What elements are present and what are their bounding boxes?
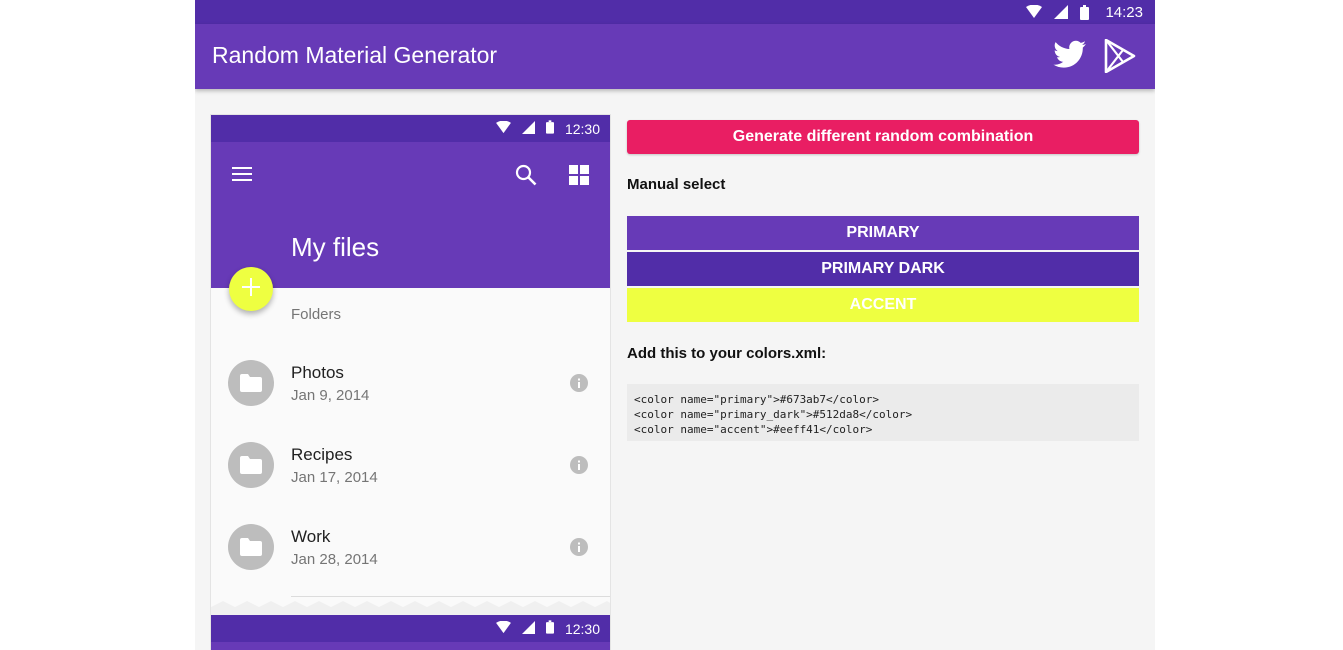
grid-view-icon[interactable] [569,165,589,190]
info-icon[interactable] [570,538,588,561]
google-play-icon[interactable] [1103,38,1137,78]
battery-icon [545,620,554,637]
primary-dark-swatch-button[interactable]: PRIMARY DARK [627,252,1139,286]
preview-status-time-2: 12:30 [564,620,600,637]
colors-xml-code: <color name="primary">#673ab7</color> <co… [627,384,1139,441]
item-name: Photos [291,363,344,382]
preview-status-bar-2: 12:30 [211,615,610,642]
app-bar: Random Material Generator [195,24,1155,89]
signal-icon [521,120,535,137]
phone-preview: 12:30 My files Folders Photos Jan 9, 201… [211,115,610,650]
code-line: <color name="accent">#eeff41</color> [634,423,873,436]
torn-edge [211,601,610,615]
wifi-icon [496,620,511,637]
preview-status-bar: 12:30 [211,115,610,142]
app-window: 14:23 Random Material Generator 12:30 My… [195,0,1155,650]
signal-icon [1054,5,1069,19]
wifi-icon [1026,5,1043,19]
menu-icon[interactable] [232,166,252,187]
add-fab-button[interactable] [229,267,273,311]
folder-icon [228,524,274,570]
plus-icon [242,277,260,301]
search-icon[interactable] [515,164,537,191]
code-line: <color name="primary_dark">#512da8</colo… [634,408,913,421]
item-name: Work [291,527,331,546]
preview-toolbar-2 [211,642,610,650]
divider [291,596,610,597]
item-name: Recipes [291,445,353,464]
wifi-icon [496,120,511,137]
twitter-icon[interactable] [1053,40,1087,75]
code-line: <color name="primary">#673ab7</color> [634,393,880,406]
preview-title: My files [291,232,380,262]
signal-icon [521,620,535,637]
list-item[interactable]: Recipes Jan 17, 2014 [211,442,610,512]
folder-icon [228,442,274,488]
item-date: Jan 28, 2014 [291,551,378,568]
preview-toolbar: My files [211,142,610,288]
battery-icon [1080,4,1090,20]
primary-swatch-button[interactable]: PRIMARY [627,216,1139,250]
item-date: Jan 17, 2014 [291,469,378,486]
colors-xml-label: Add this to your colors.xml: [627,345,827,362]
item-date: Jan 9, 2014 [291,387,370,404]
info-icon[interactable] [570,374,588,397]
status-bar: 14:23 [195,0,1155,24]
folder-icon [228,360,274,406]
battery-icon [545,120,554,137]
accent-swatch-button[interactable]: ACCENT [627,288,1139,322]
status-time: 14:23 [1105,3,1143,21]
list-item[interactable]: Photos Jan 9, 2014 [211,360,610,430]
list-item[interactable]: Work Jan 28, 2014 [211,524,610,594]
generate-random-button[interactable]: Generate different random combination [627,120,1139,154]
section-header: Folders [291,306,342,323]
preview-status-time: 12:30 [564,120,600,137]
manual-select-label: Manual select [627,176,726,193]
info-icon[interactable] [570,456,588,479]
app-title: Random Material Generator [212,42,498,68]
